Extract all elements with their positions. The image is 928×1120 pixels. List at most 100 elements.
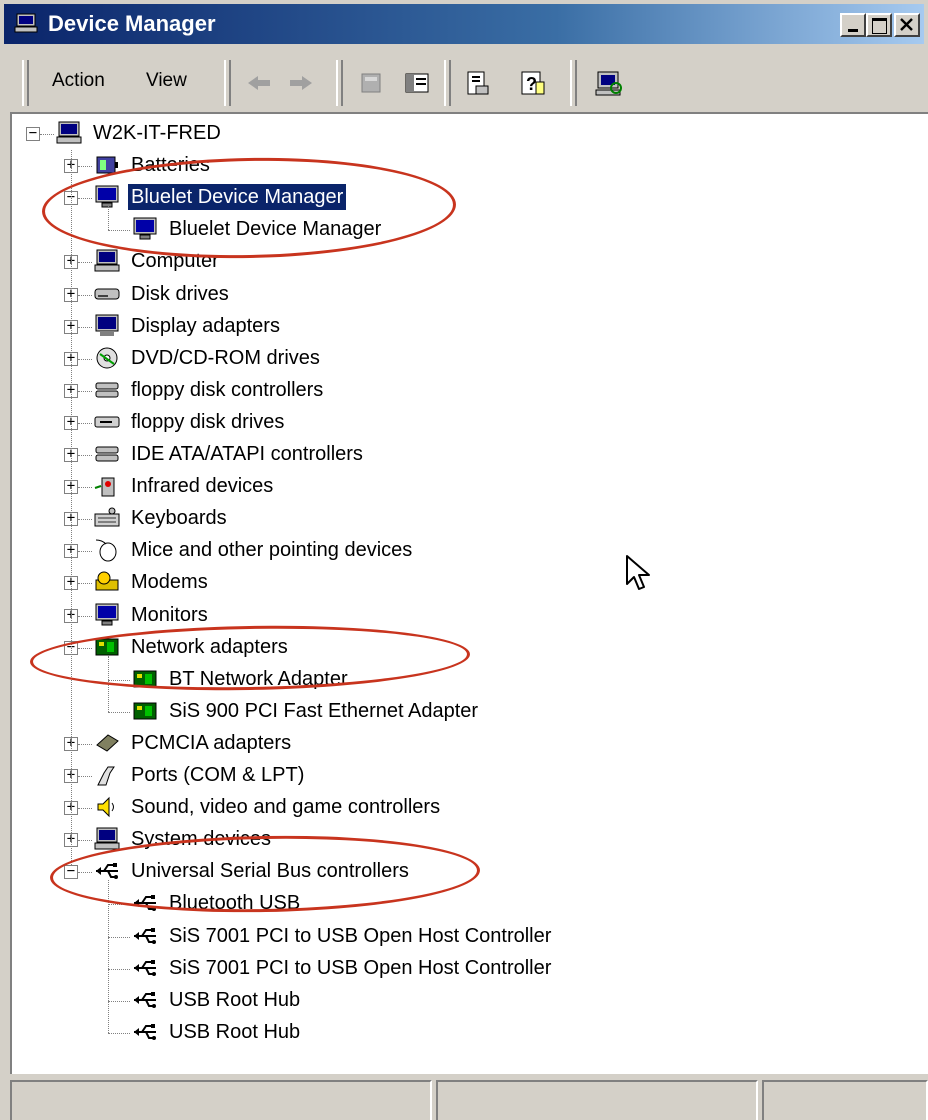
tree-node-label: floppy disk drives	[131, 410, 285, 433]
tree-connector	[78, 390, 92, 392]
tree-node-label: Infrared devices	[131, 475, 274, 498]
tree-node-label: USB Root Hub	[169, 988, 301, 1011]
tree-connector	[78, 487, 92, 489]
toolbar-separator	[224, 60, 231, 106]
sound-icon	[97, 796, 114, 818]
tree-node-label: W2K-IT-FRED	[93, 122, 221, 144]
usb-icon	[134, 991, 156, 1008]
back-icon[interactable]	[242, 66, 276, 100]
close-button[interactable]	[894, 13, 920, 37]
tree-node[interactable]: SiS 900 PCI Fast Ethernet Adapter	[132, 696, 481, 726]
usb-icon	[134, 927, 156, 944]
device-manager-window: Device Manager Action View ? − W2K-IT-FR…	[0, 0, 928, 1120]
tree-node[interactable]: Sound, video and game controllers	[94, 792, 443, 822]
tree-connector	[78, 326, 92, 328]
disk-drive-icon	[94, 288, 120, 299]
display-adapter-icon	[95, 314, 119, 336]
tree-connector	[78, 551, 92, 553]
tree-connector	[108, 1032, 130, 1034]
tree-connector	[78, 519, 92, 521]
menu-view[interactable]: View	[146, 70, 187, 92]
tree-connector	[78, 166, 92, 168]
tree-node[interactable]: Keyboards	[94, 503, 230, 533]
show-hide-tree-icon[interactable]	[400, 66, 434, 100]
mouse-icon	[95, 539, 117, 562]
scan-hardware-icon[interactable]	[592, 66, 626, 100]
tree-node[interactable]: IDE ATA/ATAPI controllers	[94, 439, 366, 469]
tree-connector	[71, 150, 72, 866]
window-title: Device Manager	[48, 11, 216, 36]
tree-connector	[78, 583, 92, 585]
status-bar-pane	[436, 1080, 758, 1120]
status-bar-pane	[10, 1080, 432, 1120]
close-icon	[900, 18, 913, 31]
minimize-button[interactable]	[840, 13, 866, 37]
tree-node-label: Sound, video and game controllers	[131, 796, 441, 819]
computer-icon	[56, 121, 82, 144]
tree-node[interactable]: Disk drives	[94, 279, 232, 309]
floppy-drive-icon	[94, 416, 120, 428]
computer-icon	[94, 249, 120, 272]
maximize-button[interactable]	[866, 13, 892, 37]
tree-node[interactable]: DVD/CD-ROM drives	[94, 343, 323, 373]
floppy-controller-icon	[95, 382, 119, 398]
tree-node-label: Ports (COM & LPT)	[131, 764, 305, 786]
tree-connector	[78, 840, 92, 842]
usb-icon	[134, 959, 156, 976]
collapse-toggle[interactable]: −	[26, 126, 40, 141]
tree-connector	[78, 294, 92, 296]
toolbar-separator	[336, 60, 343, 106]
tree-node[interactable]: floppy disk controllers	[94, 375, 326, 405]
tree-node-label: Display adapters	[131, 314, 280, 337]
tree-node[interactable]: Monitors	[94, 600, 211, 630]
tree-node-label: floppy disk controllers	[131, 378, 324, 401]
tree-node[interactable]: Display adapters	[94, 311, 283, 341]
toolbar-separator	[444, 60, 451, 106]
tree-connector	[78, 615, 92, 617]
toolbar-separator	[570, 60, 577, 106]
tree-node[interactable]: PCMCIA adapters	[94, 728, 294, 758]
toolbar: Action View ?	[4, 56, 924, 112]
tree-node[interactable]: Ports (COM & LPT)	[94, 760, 307, 790]
device-tree[interactable]: − W2K-IT-FRED + Batteries − Bluelet Device Ma…	[10, 112, 928, 1074]
tree-node-label: Disk drives	[131, 282, 229, 305]
tree-node-label: DVD/CD-ROM drives	[131, 346, 320, 369]
tree-node[interactable]: Mice and other pointing devices	[94, 535, 415, 565]
tree-node[interactable]: USB Root Hub	[132, 1017, 303, 1047]
tree-node-label: SiS 7001 PCI to USB Open Host Controller	[169, 956, 552, 979]
tree-connector	[108, 1000, 130, 1002]
tree-node[interactable]: USB Root Hub	[132, 985, 303, 1015]
help-icon[interactable]: ?	[516, 66, 550, 100]
tree-connector	[78, 262, 92, 264]
title-bar[interactable]: Device Manager	[4, 4, 924, 44]
usb-icon	[134, 1023, 156, 1040]
minimize-icon	[848, 29, 858, 32]
keyboard-icon	[94, 507, 120, 527]
tree-node-label: PCMCIA adapters	[131, 731, 292, 754]
tree-node[interactable]: Modems	[94, 567, 211, 597]
forward-icon[interactable]	[284, 66, 318, 100]
tree-node[interactable]: W2K-IT-FRED	[56, 118, 224, 148]
maximize-icon	[872, 18, 887, 34]
tree-node[interactable]: floppy disk drives	[94, 407, 287, 437]
network-adapter-icon	[133, 702, 157, 720]
tree-connector	[40, 134, 54, 135]
tree-node-label: IDE ATA/ATAPI controllers	[131, 443, 363, 465]
tree-connector	[78, 808, 92, 810]
monitor-icon	[95, 603, 119, 625]
tree-node[interactable]: SiS 7001 PCI to USB Open Host Controller	[132, 953, 554, 983]
properties-icon[interactable]	[460, 66, 494, 100]
port-icon	[97, 766, 115, 786]
tree-connector	[78, 422, 92, 424]
tree-node[interactable]: SiS 7001 PCI to USB Open Host Controller	[132, 921, 554, 951]
ide-controller-icon	[95, 446, 119, 462]
infrared-icon	[94, 477, 115, 497]
toolbar-grip[interactable]	[22, 60, 29, 106]
computer-icon	[94, 827, 120, 850]
tree-node[interactable]: Infrared devices	[94, 471, 276, 501]
pcmcia-icon	[96, 734, 119, 752]
tree-node-label: Modems	[131, 571, 208, 594]
up-icon[interactable]	[354, 66, 388, 100]
menu-action[interactable]: Action	[52, 70, 105, 92]
cdrom-icon	[96, 347, 118, 369]
